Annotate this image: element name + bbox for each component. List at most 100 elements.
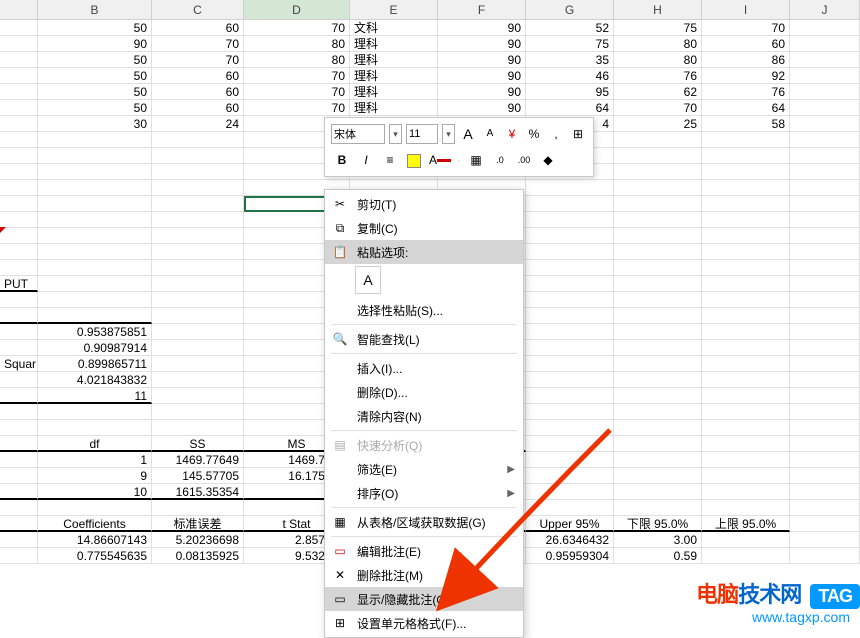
cell[interactable]	[702, 452, 790, 468]
cell[interactable]	[152, 324, 244, 340]
cell[interactable]: 上限 95.0%	[702, 516, 790, 532]
bold-button[interactable]: B	[333, 150, 351, 170]
cell[interactable]	[790, 356, 860, 372]
merge-button[interactable]: ⊞	[569, 124, 587, 144]
cell[interactable]	[38, 276, 152, 292]
cell[interactable]	[38, 244, 152, 260]
cell[interactable]	[526, 260, 614, 276]
cell[interactable]	[152, 228, 244, 244]
menu-copy[interactable]: ⧉ 复制(C)	[325, 216, 523, 240]
col-header-F[interactable]: F	[438, 0, 526, 19]
cell[interactable]	[0, 500, 38, 516]
cell[interactable]	[702, 420, 790, 436]
cell[interactable]	[152, 148, 244, 164]
cell[interactable]: 60	[152, 20, 244, 36]
cell[interactable]	[152, 500, 244, 516]
cell[interactable]	[702, 484, 790, 500]
cell[interactable]	[702, 324, 790, 340]
cell[interactable]	[614, 180, 702, 196]
cell[interactable]: 80	[614, 36, 702, 52]
cell[interactable]: 60	[152, 68, 244, 84]
cell[interactable]	[526, 196, 614, 212]
cell[interactable]	[790, 148, 860, 164]
cell[interactable]	[790, 308, 860, 324]
cell[interactable]	[0, 308, 38, 324]
cell[interactable]	[790, 68, 860, 84]
cell[interactable]	[526, 244, 614, 260]
cell[interactable]	[790, 548, 860, 564]
shrink-font-button[interactable]: A	[481, 124, 499, 144]
cell[interactable]: 92	[702, 68, 790, 84]
cell[interactable]: 0.899865711	[38, 356, 152, 372]
cell[interactable]	[702, 388, 790, 404]
cell[interactable]	[702, 548, 790, 564]
cell[interactable]	[0, 116, 38, 132]
cell[interactable]	[152, 404, 244, 420]
cell[interactable]	[0, 36, 38, 52]
cell[interactable]	[526, 324, 614, 340]
cell[interactable]	[614, 132, 702, 148]
font-dropdown-icon[interactable]: ▾	[389, 124, 402, 144]
menu-delete[interactable]: 删除(D)...	[325, 380, 523, 404]
cell[interactable]	[614, 484, 702, 500]
cell[interactable]	[0, 132, 38, 148]
cell[interactable]	[790, 132, 860, 148]
cell[interactable]: 80	[244, 36, 350, 52]
cell[interactable]: 10	[38, 484, 152, 500]
cell[interactable]	[614, 436, 702, 452]
cell[interactable]	[526, 228, 614, 244]
cell[interactable]: 9	[38, 468, 152, 484]
cell[interactable]: 0.90987914	[38, 340, 152, 356]
cell[interactable]: 理科	[350, 36, 438, 52]
cell[interactable]	[614, 212, 702, 228]
cell[interactable]	[152, 180, 244, 196]
cell[interactable]	[0, 548, 38, 564]
cell[interactable]	[526, 308, 614, 324]
cell[interactable]: 80	[244, 52, 350, 68]
italic-button[interactable]: I	[357, 150, 375, 170]
cell[interactable]: 35	[526, 52, 614, 68]
cell[interactable]	[702, 292, 790, 308]
cell[interactable]	[790, 532, 860, 548]
menu-smart-lookup[interactable]: 🔍 智能查找(L)	[325, 327, 523, 351]
cell[interactable]	[38, 180, 152, 196]
cell[interactable]	[614, 340, 702, 356]
format-painter-button[interactable]: ◆	[539, 150, 557, 170]
cell[interactable]	[614, 452, 702, 468]
cell[interactable]	[0, 452, 38, 468]
grow-font-button[interactable]: A	[459, 124, 477, 144]
cell[interactable]	[0, 148, 38, 164]
cell[interactable]	[0, 404, 38, 420]
cell[interactable]	[38, 148, 152, 164]
col-header-H[interactable]: H	[614, 0, 702, 19]
cell[interactable]	[38, 132, 152, 148]
menu-cut[interactable]: ✂ 剪切(T)	[325, 192, 523, 216]
cell[interactable]: 50	[38, 100, 152, 116]
cell[interactable]	[0, 20, 38, 36]
cell[interactable]: 52	[526, 20, 614, 36]
menu-delete-comment[interactable]: ✕ 删除批注(M)	[325, 563, 523, 587]
cell[interactable]	[152, 292, 244, 308]
cell[interactable]	[702, 148, 790, 164]
cell[interactable]	[614, 276, 702, 292]
menu-from-table[interactable]: ▦ 从表格/区域获取数据(G)	[325, 510, 523, 534]
col-header-I[interactable]: I	[702, 0, 790, 19]
cell[interactable]	[790, 52, 860, 68]
cell[interactable]: 76	[614, 68, 702, 84]
cell[interactable]	[526, 180, 614, 196]
cell[interactable]	[526, 372, 614, 388]
cell[interactable]: 下限 95.0%	[614, 516, 702, 532]
cell[interactable]	[702, 228, 790, 244]
cell[interactable]: 70	[702, 20, 790, 36]
cell[interactable]	[614, 148, 702, 164]
cell[interactable]	[790, 244, 860, 260]
cell[interactable]	[38, 196, 152, 212]
cell[interactable]	[790, 516, 860, 532]
cell[interactable]	[0, 436, 38, 452]
cell[interactable]	[0, 372, 38, 388]
paste-option-text[interactable]: A	[355, 266, 381, 294]
cell[interactable]	[614, 388, 702, 404]
font-color-button[interactable]: A	[429, 150, 451, 170]
cell[interactable]	[790, 500, 860, 516]
cell[interactable]	[790, 452, 860, 468]
